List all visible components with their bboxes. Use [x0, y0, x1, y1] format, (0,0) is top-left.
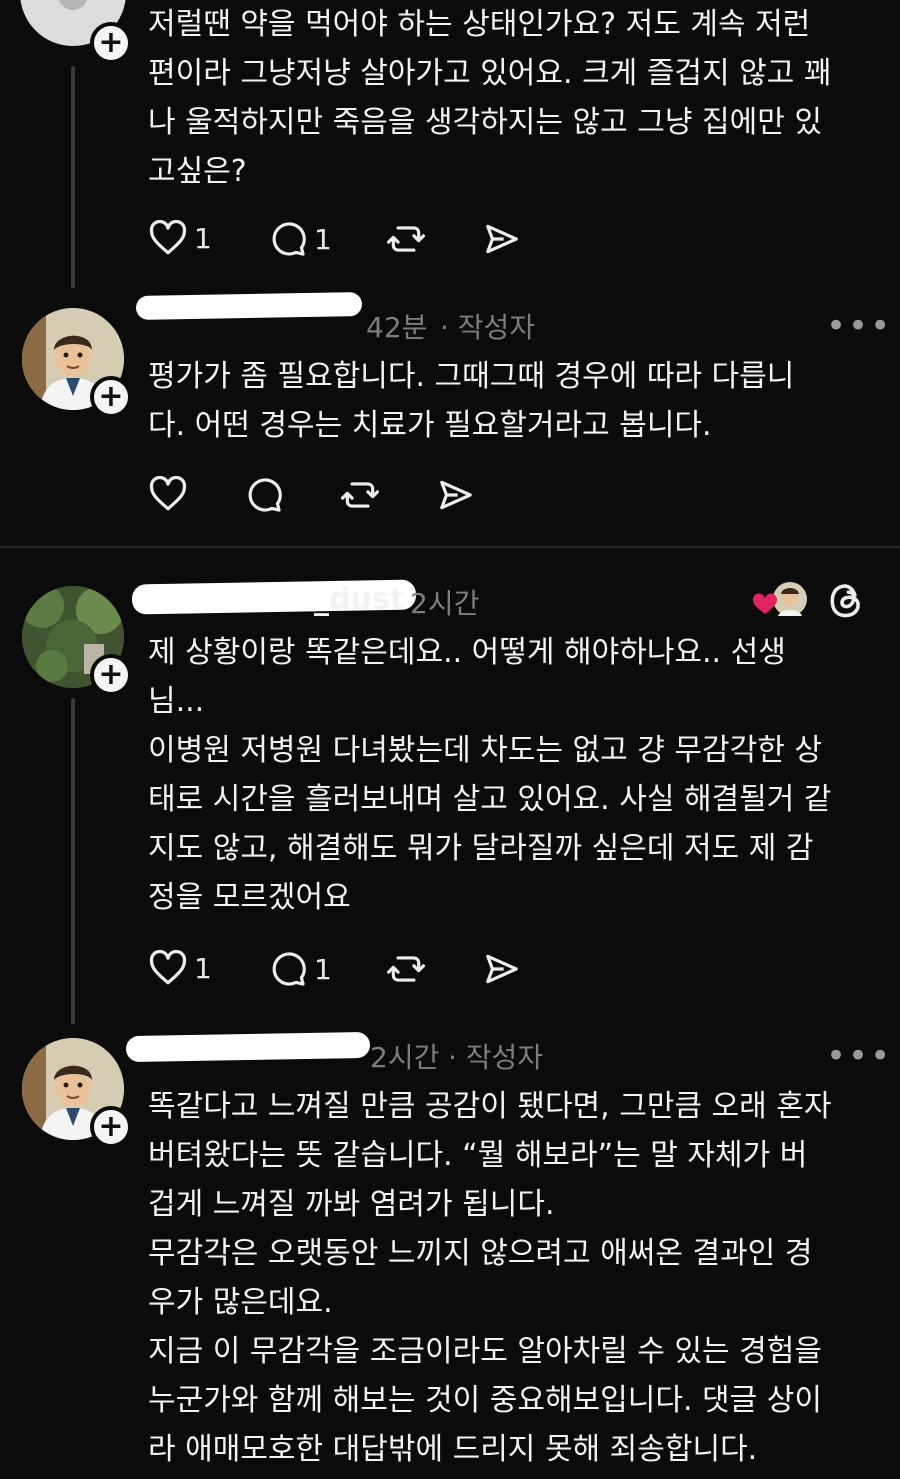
threads-icon	[830, 584, 860, 618]
follow-plus-icon[interactable]: +	[90, 376, 132, 418]
heart-icon	[149, 950, 187, 985]
timestamp: 2시간	[370, 1041, 440, 1074]
follow-plus-icon[interactable]: +	[90, 654, 132, 696]
heart-icon	[149, 476, 187, 511]
redacted-username	[135, 292, 363, 320]
like-button[interactable]: 1	[148, 220, 212, 256]
thread-line	[71, 66, 75, 288]
send-icon	[486, 954, 518, 984]
author-tag: · 작성자	[440, 311, 536, 344]
repost-icon	[387, 226, 425, 252]
reply-button[interactable]: 1	[268, 220, 332, 258]
repost-button[interactable]	[386, 220, 426, 258]
repost-button[interactable]	[386, 950, 426, 988]
send-icon	[440, 480, 472, 510]
comment-icon	[272, 952, 306, 986]
comment-icon	[248, 478, 282, 512]
repost-button[interactable]	[340, 476, 380, 514]
threads-logo-icon[interactable]	[826, 580, 866, 626]
follow-plus-icon[interactable]: +	[90, 22, 132, 64]
comment-text: 저럴땐 약을 먹어야 하는 상태인가요? 저도 계속 저런 편이라 그냥저냥 살…	[148, 7, 832, 189]
timestamp: 2시간	[410, 587, 480, 620]
reply-button[interactable]: 1	[268, 950, 332, 988]
author-tag: · 작성자	[448, 1041, 544, 1074]
like-count: 1	[194, 221, 212, 255]
share-button[interactable]	[482, 220, 522, 258]
send-icon	[486, 224, 518, 254]
follow-plus-icon[interactable]: +	[90, 1106, 132, 1148]
comment-icon	[272, 222, 306, 256]
share-button[interactable]	[482, 950, 522, 988]
more-options-button[interactable]: •••	[826, 1036, 892, 1076]
redacted-username	[125, 1031, 371, 1063]
liked-by-author-icon	[752, 582, 807, 616]
reply-button[interactable]	[244, 476, 284, 514]
divider	[0, 546, 900, 548]
heart-icon	[149, 220, 187, 255]
comment-text: 제 상황이랑 똑같은데요.. 어떻게 해야하나요.. 선생 님... 이병원 저…	[148, 635, 832, 915]
like-count: 1	[194, 951, 212, 985]
username-partial[interactable]: _dust	[314, 582, 404, 617]
share-button[interactable]	[436, 476, 476, 514]
more-options-button[interactable]: •••	[826, 306, 892, 346]
like-button[interactable]: 1	[148, 950, 212, 986]
repost-icon	[387, 956, 425, 982]
repost-icon	[341, 482, 379, 508]
reply-count: 1	[314, 222, 332, 256]
comment-text: 똑같다고 느껴질 만큼 공감이 됐다면, 그만큼 오래 혼자 버텨왔다는 뜻 같…	[148, 1089, 832, 1467]
comment-text: 평가가 좀 필요합니다. 그때그때 경우에 따라 다릅니 다. 어떤 경우는 치…	[148, 359, 795, 443]
liked-by-author-indicator	[750, 580, 810, 620]
reply-count: 1	[314, 952, 332, 986]
like-button[interactable]	[148, 476, 188, 512]
timestamp: 42분	[366, 311, 428, 344]
thread-line	[71, 698, 75, 1024]
